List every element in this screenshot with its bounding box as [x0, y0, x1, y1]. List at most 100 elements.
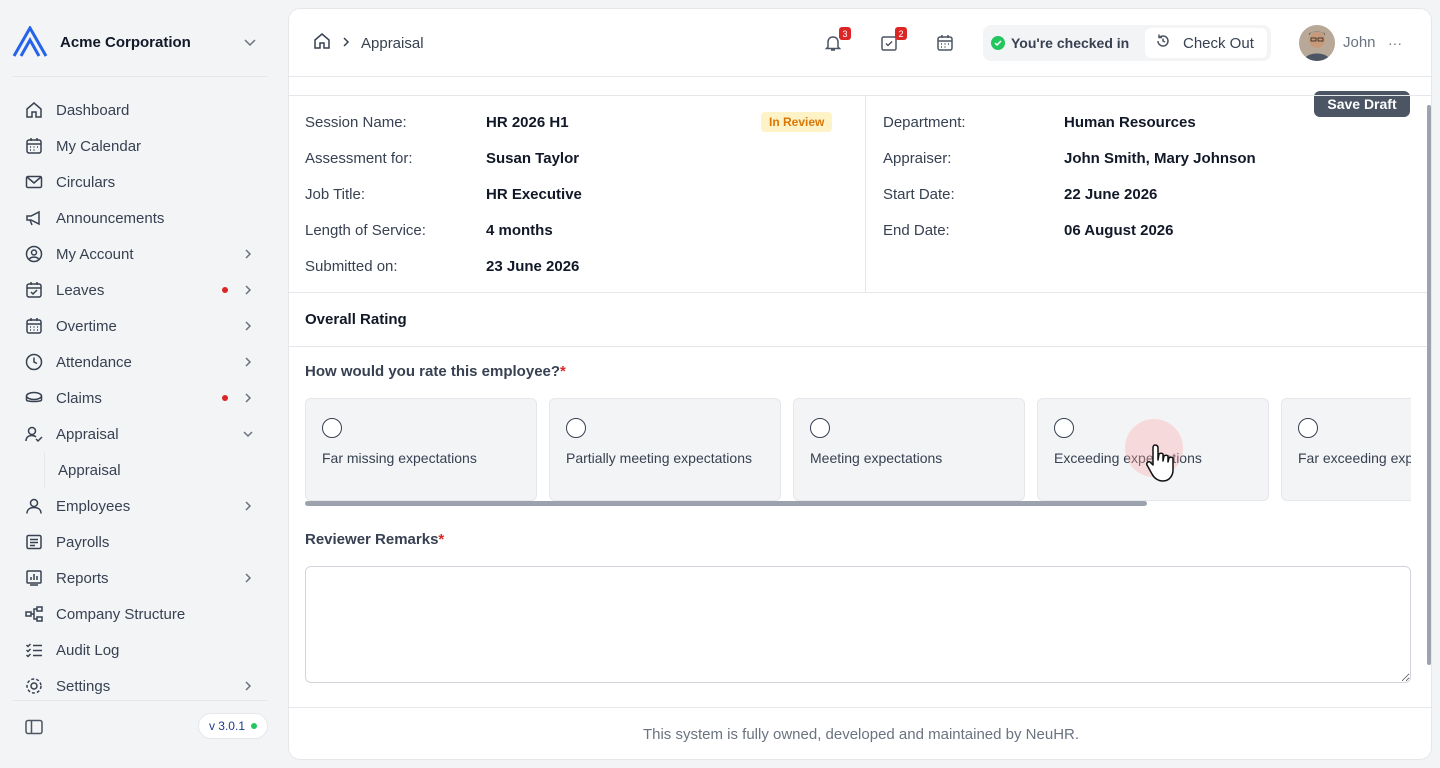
sidebar-collapse-icon[interactable]	[24, 717, 44, 737]
sidebar-item-label: Employees	[56, 497, 131, 515]
calendar-icon[interactable]	[933, 31, 957, 55]
sidebar-item-label: My Calendar	[56, 137, 142, 155]
sidebar-subitem-appraisal[interactable]: Appraisal	[44, 452, 272, 488]
user-icon	[24, 496, 44, 516]
sidebar-item-appraisal[interactable]: Appraisal	[16, 416, 272, 452]
receipt-icon	[24, 532, 44, 552]
sidebar-item-overtime[interactable]: Overtime	[16, 308, 272, 344]
mail-icon	[24, 172, 44, 192]
radio-button[interactable]	[1298, 418, 1318, 438]
sidebar-item-my-account[interactable]: My Account	[16, 236, 272, 272]
breadcrumb-current: Appraisal	[361, 34, 424, 52]
chevron-right-icon	[240, 678, 256, 694]
sidebar-item-circulars[interactable]: Circulars	[16, 164, 272, 200]
detail-key: Assessment for:	[305, 149, 413, 167]
sidebar-item-dashboard[interactable]: Dashboard	[16, 92, 272, 128]
breadcrumb: Appraisal	[313, 31, 424, 55]
sidebar: Acme Corporation Dashboard My Calendar C…	[0, 0, 280, 768]
avatar[interactable]	[1299, 25, 1335, 61]
remarks-label: Reviewer Remarks*	[305, 531, 444, 548]
calendar-check-icon	[24, 280, 44, 300]
chevron-right-icon	[240, 246, 256, 262]
sidebar-item-label: Overtime	[56, 317, 117, 335]
chevron-right-icon	[341, 35, 351, 52]
appraisal-details: Session Name: HR 2026 H1 In Review Asses…	[289, 95, 1431, 293]
chevron-right-icon	[240, 570, 256, 586]
remarks-label-text: Reviewer Remarks	[305, 531, 439, 548]
user-name: John	[1343, 34, 1376, 51]
sidebar-item-label: Audit Log	[56, 641, 120, 659]
horizontal-scrollbar[interactable]	[305, 501, 1147, 506]
detail-key: Job Title:	[305, 185, 366, 203]
chevron-right-icon	[240, 354, 256, 370]
radio-button[interactable]	[322, 418, 342, 438]
sidebar-item-label: Dashboard	[56, 101, 130, 119]
structure-icon	[24, 604, 44, 624]
status-dot	[251, 723, 257, 729]
user-circle-icon	[24, 244, 44, 264]
sidebar-item-label: Claims	[56, 389, 102, 407]
more-options-icon[interactable]: ···	[1383, 31, 1407, 55]
required-mark: *	[438, 531, 445, 548]
rating-option-meeting[interactable]: Meeting expectations	[793, 398, 1025, 501]
checkin-status-text: You're checked in	[1011, 35, 1130, 51]
sidebar-nav: Dashboard My Calendar Circulars Announce…	[16, 92, 272, 694]
radio-button[interactable]	[566, 418, 586, 438]
sidebar-item-label: Leaves	[56, 281, 105, 299]
footer: This system is fully owned, developed an…	[289, 707, 1431, 759]
sidebar-item-settings[interactable]: Settings	[16, 668, 272, 694]
check-circle-icon	[991, 36, 1005, 50]
rating-options: Far missing expectations Partially meeti…	[305, 398, 1411, 504]
sidebar-item-reports[interactable]: Reports	[16, 560, 272, 596]
sidebar-item-announcements[interactable]: Announcements	[16, 200, 272, 236]
chevron-right-icon	[240, 390, 256, 406]
rating-option-label: Partially meeting expectations	[566, 450, 752, 466]
sidebar-item-label: Company Structure	[56, 605, 186, 623]
chevron-right-icon	[240, 498, 256, 514]
detail-key: Start Date:	[883, 185, 955, 203]
sidebar-item-leaves[interactable]: Leaves	[16, 272, 272, 308]
detail-key: Length of Service:	[305, 221, 426, 239]
sidebar-item-label: Reports	[56, 569, 109, 587]
sidebar-item-payrolls[interactable]: Payrolls	[16, 524, 272, 560]
home-icon[interactable]	[313, 32, 331, 54]
sidebar-item-label: Attendance	[56, 353, 132, 371]
settings-icon	[24, 676, 44, 694]
rating-option-partially-meeting[interactable]: Partially meeting expectations	[549, 398, 781, 501]
reviewer-remarks-input[interactable]	[305, 566, 1411, 683]
hand-cursor-icon	[1145, 443, 1181, 483]
top-bar: Appraisal 3 2 You're checked in Check Ou…	[289, 9, 1431, 77]
clock-icon	[24, 352, 44, 372]
sidebar-item-company-structure[interactable]: Company Structure	[16, 596, 272, 632]
rating-option-far-exceeding[interactable]: Far exceeding expectations	[1281, 398, 1411, 501]
sidebar-item-attendance[interactable]: Attendance	[16, 344, 272, 380]
sidebar-item-label: Circulars	[56, 173, 116, 191]
bell-icon[interactable]: 3	[821, 27, 851, 55]
radio-button[interactable]	[1054, 418, 1074, 438]
chevron-down-icon[interactable]	[238, 30, 262, 54]
divider	[289, 346, 1431, 347]
check-out-button[interactable]: Check Out	[1145, 28, 1267, 58]
status-badge: In Review	[761, 112, 833, 132]
sidebar-item-audit-log[interactable]: Audit Log	[16, 632, 272, 668]
version-badge: v 3.0.1	[197, 713, 268, 739]
rating-question-text: How would you rate this employee?	[305, 363, 561, 380]
org-switcher[interactable]: Acme Corporation	[12, 24, 268, 60]
detail-value: 23 June 2026	[486, 257, 580, 275]
version-label: v 3.0.1	[208, 719, 245, 733]
sidebar-item-label: Appraisal	[56, 425, 119, 443]
rating-option-label: Meeting expectations	[810, 450, 943, 466]
sidebar-item-employees[interactable]: Employees	[16, 488, 272, 524]
sidebar-item-claims[interactable]: Claims	[16, 380, 272, 416]
inbox-check-icon[interactable]: 2	[877, 27, 907, 55]
sidebar-item-my-calendar[interactable]: My Calendar	[16, 128, 272, 164]
vertical-scrollbar[interactable]	[1427, 105, 1431, 665]
rating-option-far-missing[interactable]: Far missing expectations	[305, 398, 537, 501]
sidebar-footer: v 3.0.1	[12, 700, 268, 752]
radio-button[interactable]	[810, 418, 830, 438]
acme-logo-icon	[12, 26, 48, 58]
check-out-label: Check Out	[1183, 34, 1254, 52]
home-icon	[24, 100, 44, 120]
sidebar-subitem-label: Appraisal	[58, 461, 121, 479]
details-left: Session Name: HR 2026 H1 In Review Asses…	[289, 96, 866, 292]
